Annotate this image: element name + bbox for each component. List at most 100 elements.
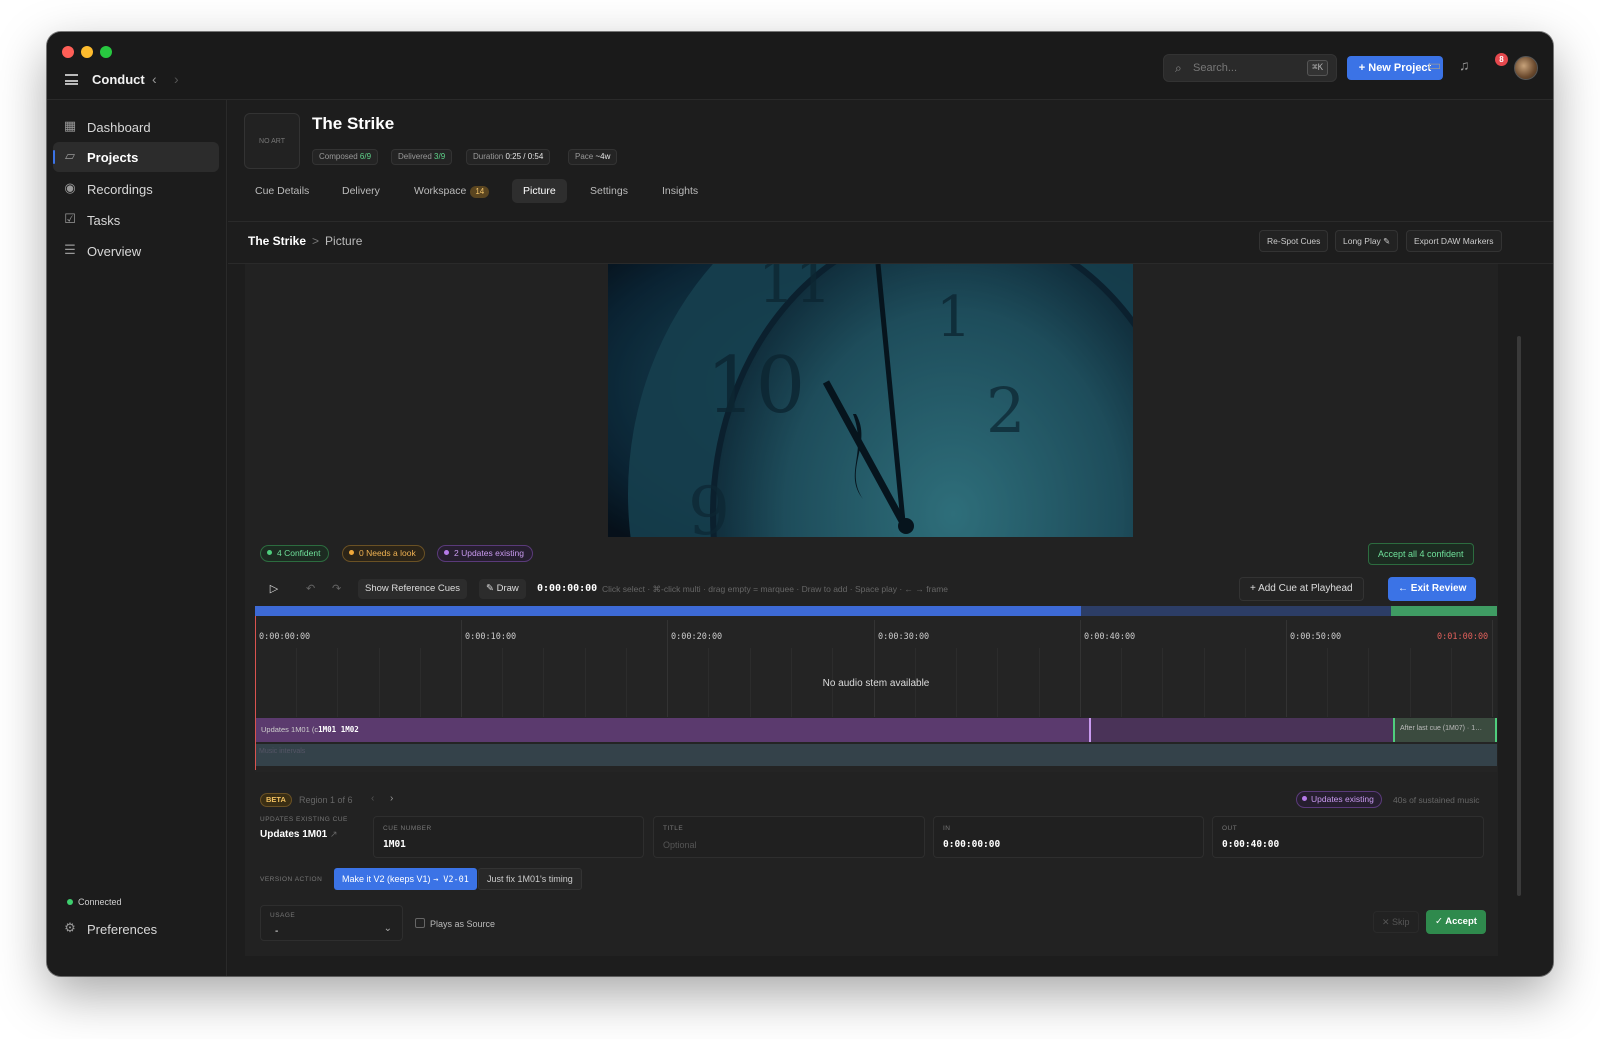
page-title: The Strike xyxy=(312,114,395,133)
sidebar-item-label: Recordings xyxy=(87,182,153,197)
after-last-cue-region[interactable]: After last cue (1M07) · 1… xyxy=(1393,718,1497,742)
status-dot-icon xyxy=(267,550,272,555)
minimize-window-button[interactable] xyxy=(81,46,93,58)
chat-icon[interactable]: ▭ xyxy=(1428,57,1441,74)
bell-icon[interactable]: ♫ xyxy=(1459,57,1470,73)
status-dot-icon xyxy=(349,550,354,555)
version-action-label: VERSION ACTION xyxy=(260,876,323,883)
exit-review-button[interactable]: ← Exit Review xyxy=(1388,577,1477,601)
overview-bar-after-last-cue xyxy=(1391,606,1497,616)
sidebar-item-label: Projects xyxy=(87,150,139,165)
next-region-icon[interactable]: › xyxy=(390,793,393,804)
menu-icon[interactable] xyxy=(65,74,78,85)
tick-line xyxy=(1492,620,1493,717)
forward-arrow-icon[interactable]: › xyxy=(174,71,179,87)
sidebar-item-projects[interactable]: ▱ Projects xyxy=(53,142,219,172)
stat-delivered: Delivered 3/9 xyxy=(391,149,453,165)
draw-button[interactable]: ✎ Draw xyxy=(479,579,526,599)
tab-insights[interactable]: Insights xyxy=(651,179,709,203)
sidebar-item-label: Dashboard xyxy=(87,120,151,135)
tick-line xyxy=(461,620,462,717)
music-interval-track[interactable]: Music intervals xyxy=(255,744,1497,766)
stat-pace: Pace ~4w xyxy=(568,149,618,165)
chevron-down-icon: ⌄ xyxy=(383,923,392,934)
close-window-button[interactable] xyxy=(62,46,74,58)
tab-picture[interactable]: Picture xyxy=(512,179,567,203)
video-preview[interactable]: 10 11 1 2 9 xyxy=(608,264,1133,537)
out-time-field[interactable]: OUT 0:00:40:00 xyxy=(1212,816,1484,858)
sidebar-item-overview[interactable]: ☰ Overview xyxy=(53,236,219,266)
updates-existing-count-pill[interactable]: 2 Updates existing xyxy=(437,545,533,562)
tick-label: 0:00:10:00 xyxy=(465,632,517,642)
sidebar-item-label: Preferences xyxy=(87,922,158,937)
skip-button[interactable]: ✕ Skip xyxy=(1373,911,1419,933)
make-v2-option[interactable]: Make it V2 (keeps V1) → V2-01 xyxy=(334,868,477,890)
playhead[interactable] xyxy=(255,616,256,770)
folder-icon: ▱ xyxy=(65,148,75,163)
tab-settings[interactable]: Settings xyxy=(579,179,639,203)
export-daw-markers-button[interactable]: Export DAW Markers xyxy=(1406,230,1502,252)
respot-cues-button[interactable]: Re-Spot Cues xyxy=(1259,230,1329,252)
tick-label: 0:00:00:00 xyxy=(259,632,311,642)
main-content: NO ART The Strike Composed 6/9 Delivered… xyxy=(228,100,1553,976)
plays-as-source-checkbox[interactable]: Plays as Source xyxy=(415,918,495,929)
maximize-window-button[interactable] xyxy=(100,46,112,58)
no-audio-message: No audio stem available xyxy=(822,678,930,689)
tab-workspace[interactable]: Workspace 14 xyxy=(403,179,500,203)
app-name: Conduct xyxy=(92,72,145,87)
undo-icon[interactable]: ↶ xyxy=(306,582,315,595)
updates-existing-value[interactable]: Updates 1M01 ↗ xyxy=(260,829,338,840)
sidebar-item-tasks[interactable]: ☑ Tasks xyxy=(53,205,219,235)
back-arrow-icon[interactable]: ‹ xyxy=(152,71,157,87)
breadcrumb-page: Picture xyxy=(325,234,363,248)
play-button[interactable]: ▷ xyxy=(263,578,285,600)
sidebar-item-label: Tasks xyxy=(87,213,121,228)
tab-delivery[interactable]: Delivery xyxy=(331,179,391,203)
sidebar-item-label: Overview xyxy=(87,244,142,259)
show-reference-cues-button[interactable]: Show Reference Cues xyxy=(358,579,468,599)
breadcrumb: The Strike > Picture xyxy=(248,234,363,248)
title-field[interactable]: TITLE Optional xyxy=(653,816,925,858)
long-play-button[interactable]: Long Play ✎ xyxy=(1335,230,1399,252)
region-counter: Region 1 of 6 xyxy=(299,795,353,805)
cue-number-field[interactable]: CUE NUMBER 1M01 xyxy=(373,816,644,858)
tick-label-end: 0:01:00:00 xyxy=(1437,632,1489,642)
beta-badge: BETA xyxy=(260,793,292,807)
accept-button[interactable]: ✓ Accept xyxy=(1426,910,1486,934)
record-icon: ◉ xyxy=(64,180,76,195)
sidebar-item-preferences[interactable]: ⚙ Preferences xyxy=(53,914,219,944)
in-time-field[interactable]: IN 0:00:00:00 xyxy=(933,816,1204,858)
tab-cue-details[interactable]: Cue Details xyxy=(244,179,320,203)
search-input[interactable]: ⌕ Search... ⌘K xyxy=(1163,54,1337,82)
sidebar-item-dashboard[interactable]: ▦ Dashboard xyxy=(53,112,219,142)
search-shortcut-badge: ⌘K xyxy=(1307,60,1328,76)
sidebar-item-recordings[interactable]: ◉ Recordings xyxy=(53,174,219,204)
stat-composed: Composed 6/9 xyxy=(312,149,379,165)
cue-region-1m01[interactable]: Updates 1M01 (c1M01 1M02 xyxy=(255,718,1091,742)
confident-count-pill[interactable]: 4 Confident xyxy=(260,545,330,562)
usage-select[interactable]: USAGE - ⌄ xyxy=(260,905,403,941)
tick-label: 0:00:50:00 xyxy=(1290,632,1342,642)
status-dot-icon xyxy=(444,550,449,555)
accept-all-confident-button[interactable]: Accept all 4 confident xyxy=(1368,543,1474,565)
timeline[interactable]: 0:00:00:00 0:00:10:00 0:00:20:00 0:00:30… xyxy=(255,606,1497,772)
notification-badge: 8 xyxy=(1495,53,1508,66)
status-dot-icon xyxy=(67,899,73,905)
breadcrumb-project[interactable]: The Strike xyxy=(248,234,306,248)
needs-look-count-pill[interactable]: 0 Needs a look xyxy=(342,545,425,562)
prev-region-icon[interactable]: ‹ xyxy=(371,793,374,804)
redo-icon[interactable]: ↷ xyxy=(332,582,341,595)
scrollbar[interactable] xyxy=(1517,336,1521,896)
clock-frame-image: 10 11 1 2 9 xyxy=(608,264,1133,537)
review-panel: 10 11 1 2 9 4 Confident 0 Needs a look 2… xyxy=(245,264,1498,956)
sustain-note: 40s of sustained music xyxy=(1393,795,1480,805)
tick-line xyxy=(667,620,668,717)
fix-timing-option[interactable]: Just fix 1M01's timing xyxy=(478,868,582,890)
add-cue-at-playhead-button[interactable]: + Add Cue at Playhead xyxy=(1239,577,1364,601)
tick-line xyxy=(874,620,875,717)
avatar[interactable] xyxy=(1514,56,1538,80)
cue-region-track: Updates 1M01 (c1M01 1M02 After last cue … xyxy=(255,718,1497,742)
checkbox-icon xyxy=(415,918,425,928)
overview-bar-remaining xyxy=(1081,606,1391,616)
status-badge: Updates existing xyxy=(1296,791,1382,808)
